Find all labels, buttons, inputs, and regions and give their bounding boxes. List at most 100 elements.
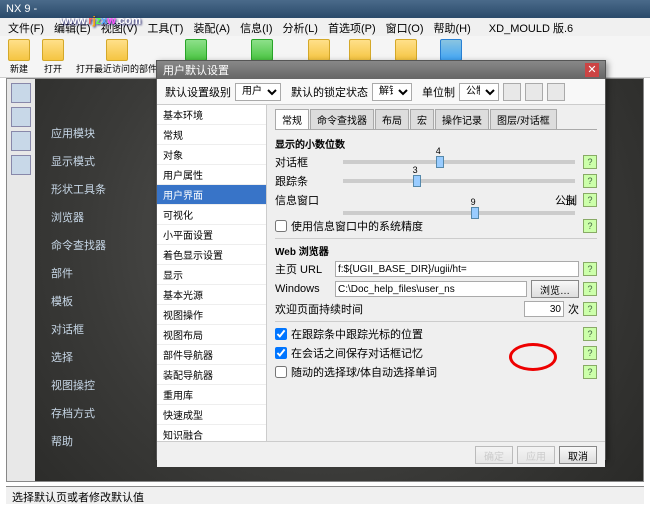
tb-recent[interactable]: 打开最近访问的部件 [72,37,161,77]
sidebar-item[interactable]: 命令查找器 [47,231,110,259]
dialog-title: 用户默认设置 [163,62,229,78]
menu-item[interactable]: 窗口(O) [382,20,428,34]
checkbox[interactable] [275,347,287,359]
level-label: 默认设置级别 [165,84,231,100]
tree-item[interactable]: 视图操作 [157,305,266,325]
sidebar-item[interactable]: 显示模式 [47,147,110,175]
app-title: NX 9 - [6,3,37,15]
tb-open[interactable]: 打开 [38,37,68,77]
unit-label: 单位制 [422,84,455,100]
slider[interactable]: 4 [343,160,575,164]
tree-item[interactable]: 用户界面 [157,185,266,205]
tree-item[interactable]: 部件导航器 [157,345,266,365]
tree-item[interactable]: 快速成型 [157,405,266,425]
tab[interactable]: 宏 [410,109,434,129]
help-icon[interactable]: ? [583,282,597,296]
help-icon[interactable]: ? [583,346,597,360]
close-icon[interactable]: ✕ [585,63,599,77]
apply-button[interactable]: 应用 [517,446,555,464]
cmd-icon [349,39,371,61]
decimals-row-dialog: 对话框4? [275,154,597,170]
menu-item[interactable]: 帮助(H) [430,20,475,34]
help-icon[interactable]: ? [583,262,597,276]
rail-icon[interactable] [11,155,31,175]
tree-item[interactable]: 视图布局 [157,325,266,345]
touch-icon [308,39,330,61]
sidebar-item[interactable]: 存档方式 [47,399,110,427]
tool-button[interactable] [547,83,565,101]
tab[interactable]: 命令查找器 [310,109,374,129]
tree-item[interactable]: 可视化 [157,205,266,225]
checkbox[interactable] [275,220,287,232]
tool-button[interactable] [503,83,521,101]
sidebar-item[interactable]: 浏览器 [47,203,110,231]
checkbox[interactable] [275,366,287,378]
slider[interactable]: 3 [343,179,575,183]
windows-path-input[interactable] [335,281,527,297]
help-icon[interactable]: ? [583,219,597,233]
level-select[interactable]: 用户 [235,83,281,101]
lock-select[interactable]: 解锁 [372,83,412,101]
browse-button[interactable]: 浏览… [531,280,579,298]
dialog-titlebar[interactable]: 用户默认设置 ✕ [157,61,605,79]
dialog-footer: 确定 应用 取消 [157,441,605,467]
tree-item[interactable]: 用户属性 [157,165,266,185]
tab[interactable]: 图层/对话框 [490,109,557,129]
browser-home-row: 主页 URL? [275,261,597,277]
tab[interactable]: 布局 [375,109,409,129]
tool-button[interactable] [525,83,543,101]
tree-item[interactable]: 基本环境 [157,105,266,125]
sidebar-item[interactable]: 形状工具条 [47,175,110,203]
menu-item[interactable]: 分析(L) [279,20,322,34]
menu-item[interactable]: 文件(F) [4,20,48,34]
sidebar-item[interactable]: 模板 [47,287,110,315]
menu-item[interactable]: XD_MOULD 版.6 [485,20,577,34]
cancel-button[interactable]: 取消 [559,446,597,464]
menu-item[interactable]: 信息(I) [236,20,276,34]
rail-icon[interactable] [11,107,31,127]
rail-icon[interactable] [11,131,31,151]
help-icon[interactable]: ? [583,155,597,169]
sidebar-item[interactable]: 视图操控 [47,371,110,399]
help-icon[interactable]: ? [583,302,597,316]
dialog-tree[interactable]: 基本环境常规对象用户属性用户界面可视化小平面设置着色显示设置显示基本光源视图操作… [157,105,267,441]
tab[interactable]: 操作记录 [435,109,489,129]
sidebar-item[interactable]: 应用模块 [47,119,110,147]
dialog-body: 基本环境常规对象用户属性用户界面可视化小平面设置着色显示设置显示基本光源视图操作… [157,105,605,441]
tree-item[interactable]: 对象 [157,145,266,165]
menu-item[interactable]: 装配(A) [189,20,234,34]
load-icon [185,39,207,61]
help-icon[interactable]: ? [583,327,597,341]
menu-item[interactable]: 首选项(P) [324,20,380,34]
left-rail [7,79,35,481]
rail-icon[interactable] [11,83,31,103]
sidebar-item[interactable]: 选择 [47,343,110,371]
tree-item[interactable]: 重用库 [157,385,266,405]
tree-item[interactable]: 显示 [157,265,266,285]
group-browser: Web 浏览器 [275,243,597,258]
checkbox-precision: 使用信息窗口中的系统精度? [275,218,597,234]
defaults-icon [251,39,273,61]
tab[interactable]: 常规 [275,109,309,129]
sidebar-item[interactable]: 对话框 [47,315,110,343]
help-icon[interactable]: ? [583,174,597,188]
tb-new[interactable]: 新建 [4,37,34,77]
tree-item[interactable]: 小平面设置 [157,225,266,245]
tree-item[interactable]: 装配导航器 [157,365,266,385]
sidebar-item[interactable]: 帮助 [47,427,110,455]
tree-item[interactable]: 知识融合 [157,425,266,441]
checkbox[interactable] [275,328,287,340]
unit-select[interactable]: 公制 [459,83,499,101]
tree-item[interactable]: 基本光源 [157,285,266,305]
tree-item[interactable]: 着色显示设置 [157,245,266,265]
sidebar-item[interactable]: 部件 [47,259,110,287]
slider[interactable]: 914 [343,211,575,215]
home-url-input[interactable] [335,261,579,277]
help-icon[interactable]: ? [583,193,597,207]
help-icon[interactable]: ? [583,365,597,379]
browser-win-row: Windows浏览…? [275,280,597,298]
tree-item[interactable]: 常规 [157,125,266,145]
ok-button[interactable]: 确定 [475,446,513,464]
menu-item[interactable]: 工具(T) [143,20,187,34]
history-input[interactable] [524,301,564,317]
